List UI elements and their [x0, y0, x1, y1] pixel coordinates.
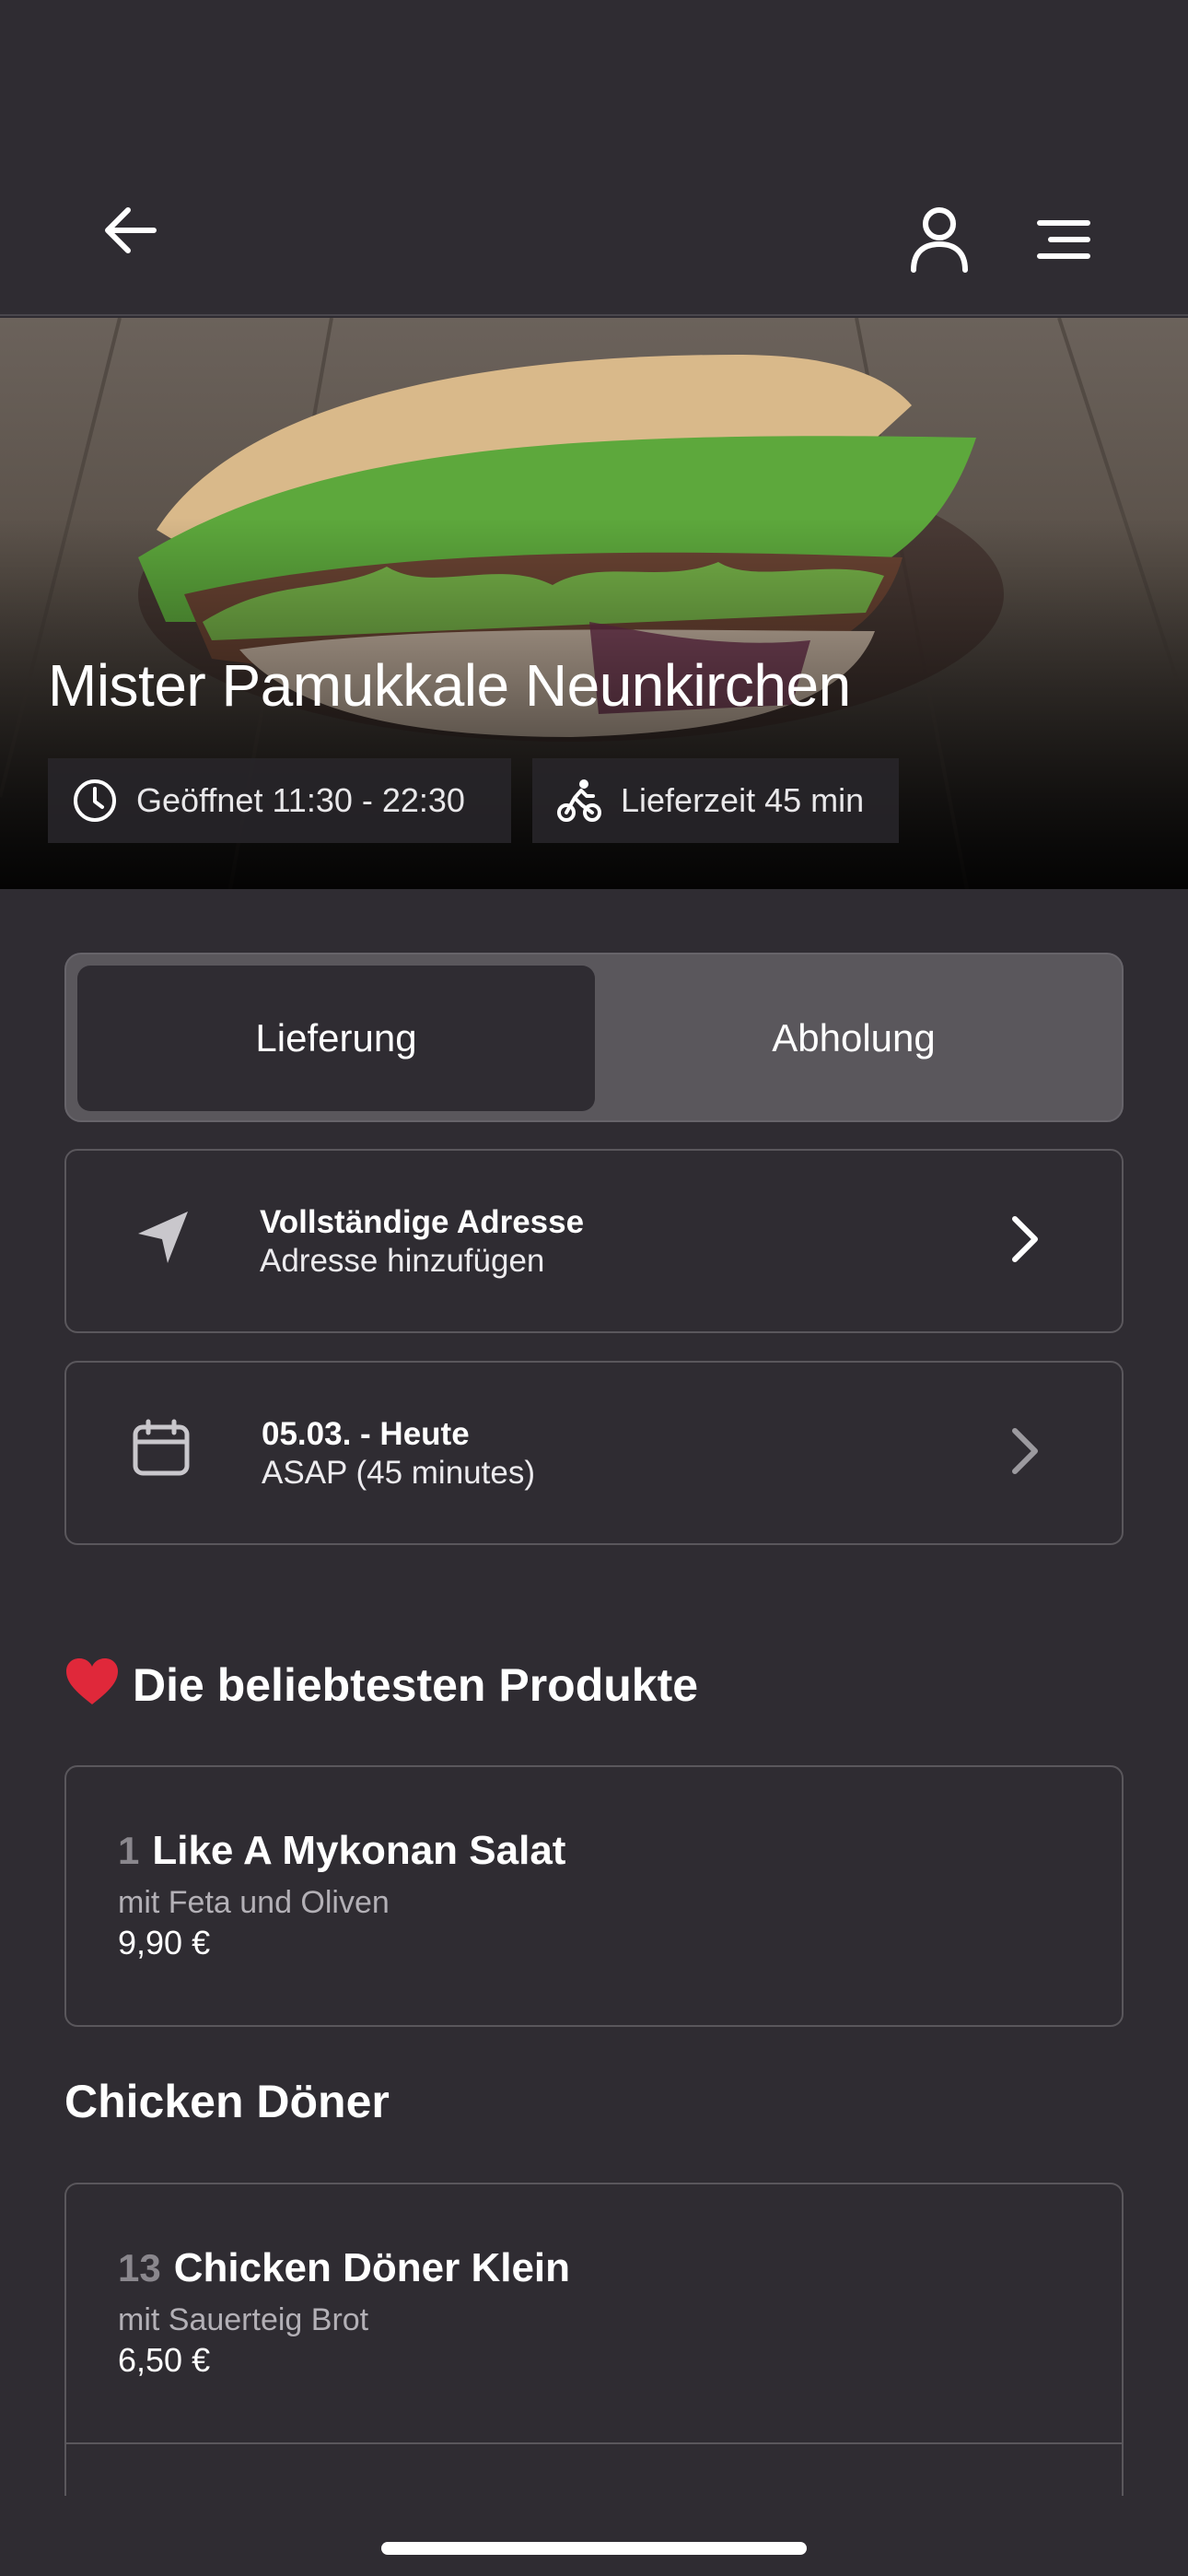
- delivery-tab[interactable]: Lieferung: [77, 966, 595, 1111]
- user-icon: [911, 207, 968, 273]
- location-arrow-icon: [138, 1212, 188, 1263]
- schedule-row[interactable]: 05.03. - Heute ASAP (45 minutes): [64, 1361, 1124, 1545]
- heart-icon: [66, 1658, 118, 1704]
- product-number: 1: [118, 1829, 140, 1872]
- product-divider: [66, 2442, 1122, 2444]
- delivery-time-text: Lieferzeit 45 min: [621, 781, 865, 819]
- product-card[interactable]: 13 Chicken Döner Klein mit Sauerteig Bro…: [64, 2183, 1124, 2496]
- product-title: Like A Mykonan Salat: [152, 1828, 566, 1873]
- bicycle-courier-icon: [557, 779, 601, 822]
- chevron-right-icon: [1012, 1216, 1038, 1262]
- product-price: 9,90 €: [118, 1924, 211, 1961]
- restaurant-name: Mister Pamukkale Neunkirchen: [48, 652, 851, 719]
- address-subtitle: Adresse hinzufügen: [260, 1243, 545, 1279]
- back-button[interactable]: [88, 193, 171, 267]
- arrow-left-icon: [105, 207, 157, 253]
- address-row[interactable]: Vollständige Adresse Adresse hinzufügen: [64, 1149, 1124, 1333]
- restaurant-hero: Mister Pamukkale Neunkirchen Geöffnet 11…: [0, 318, 1188, 889]
- popular-section-title: Die beliebtesten Produkte: [64, 1657, 698, 1712]
- menu-icon: [1037, 220, 1090, 259]
- product-price: 6,50 €: [118, 2341, 211, 2379]
- delivery-time-badge: Lieferzeit 45 min: [532, 758, 899, 843]
- product-name: 1 Like A Mykonan Salat: [118, 1828, 565, 1874]
- address-title: Vollständige Adresse: [260, 1204, 585, 1240]
- clock-icon: [74, 779, 116, 822]
- schedule-time: ASAP (45 minutes): [262, 1455, 535, 1491]
- calendar-icon: [133, 1419, 190, 1476]
- menu-button[interactable]: [1022, 203, 1105, 276]
- product-description: mit Feta und Oliven: [118, 1885, 390, 1920]
- order-mode-toggle: Lieferung Abholung: [64, 953, 1124, 1122]
- pickup-tab[interactable]: Abholung: [595, 966, 1112, 1111]
- popular-title-text: Die beliebtesten Produkte: [133, 1659, 699, 1711]
- opening-hours-text: Geöffnet 11:30 - 22:30: [136, 781, 465, 819]
- home-indicator[interactable]: [381, 2542, 807, 2555]
- chevron-right-icon: [1012, 1428, 1038, 1474]
- profile-button[interactable]: [893, 198, 985, 281]
- product-card[interactable]: 1 Like A Mykonan Salat mit Feta und Oliv…: [64, 1765, 1124, 2027]
- top-bar: [0, 0, 1188, 316]
- product-title: Chicken Döner Klein: [173, 2245, 571, 2290]
- product-description: mit Sauerteig Brot: [118, 2302, 369, 2337]
- schedule-date: 05.03. - Heute: [262, 1416, 470, 1452]
- opening-hours-badge: Geöffnet 11:30 - 22:30: [48, 758, 511, 843]
- category-title: Chicken Döner: [64, 2076, 390, 2127]
- product-name: 13 Chicken Döner Klein: [118, 2245, 570, 2291]
- product-number: 13: [118, 2246, 161, 2289]
